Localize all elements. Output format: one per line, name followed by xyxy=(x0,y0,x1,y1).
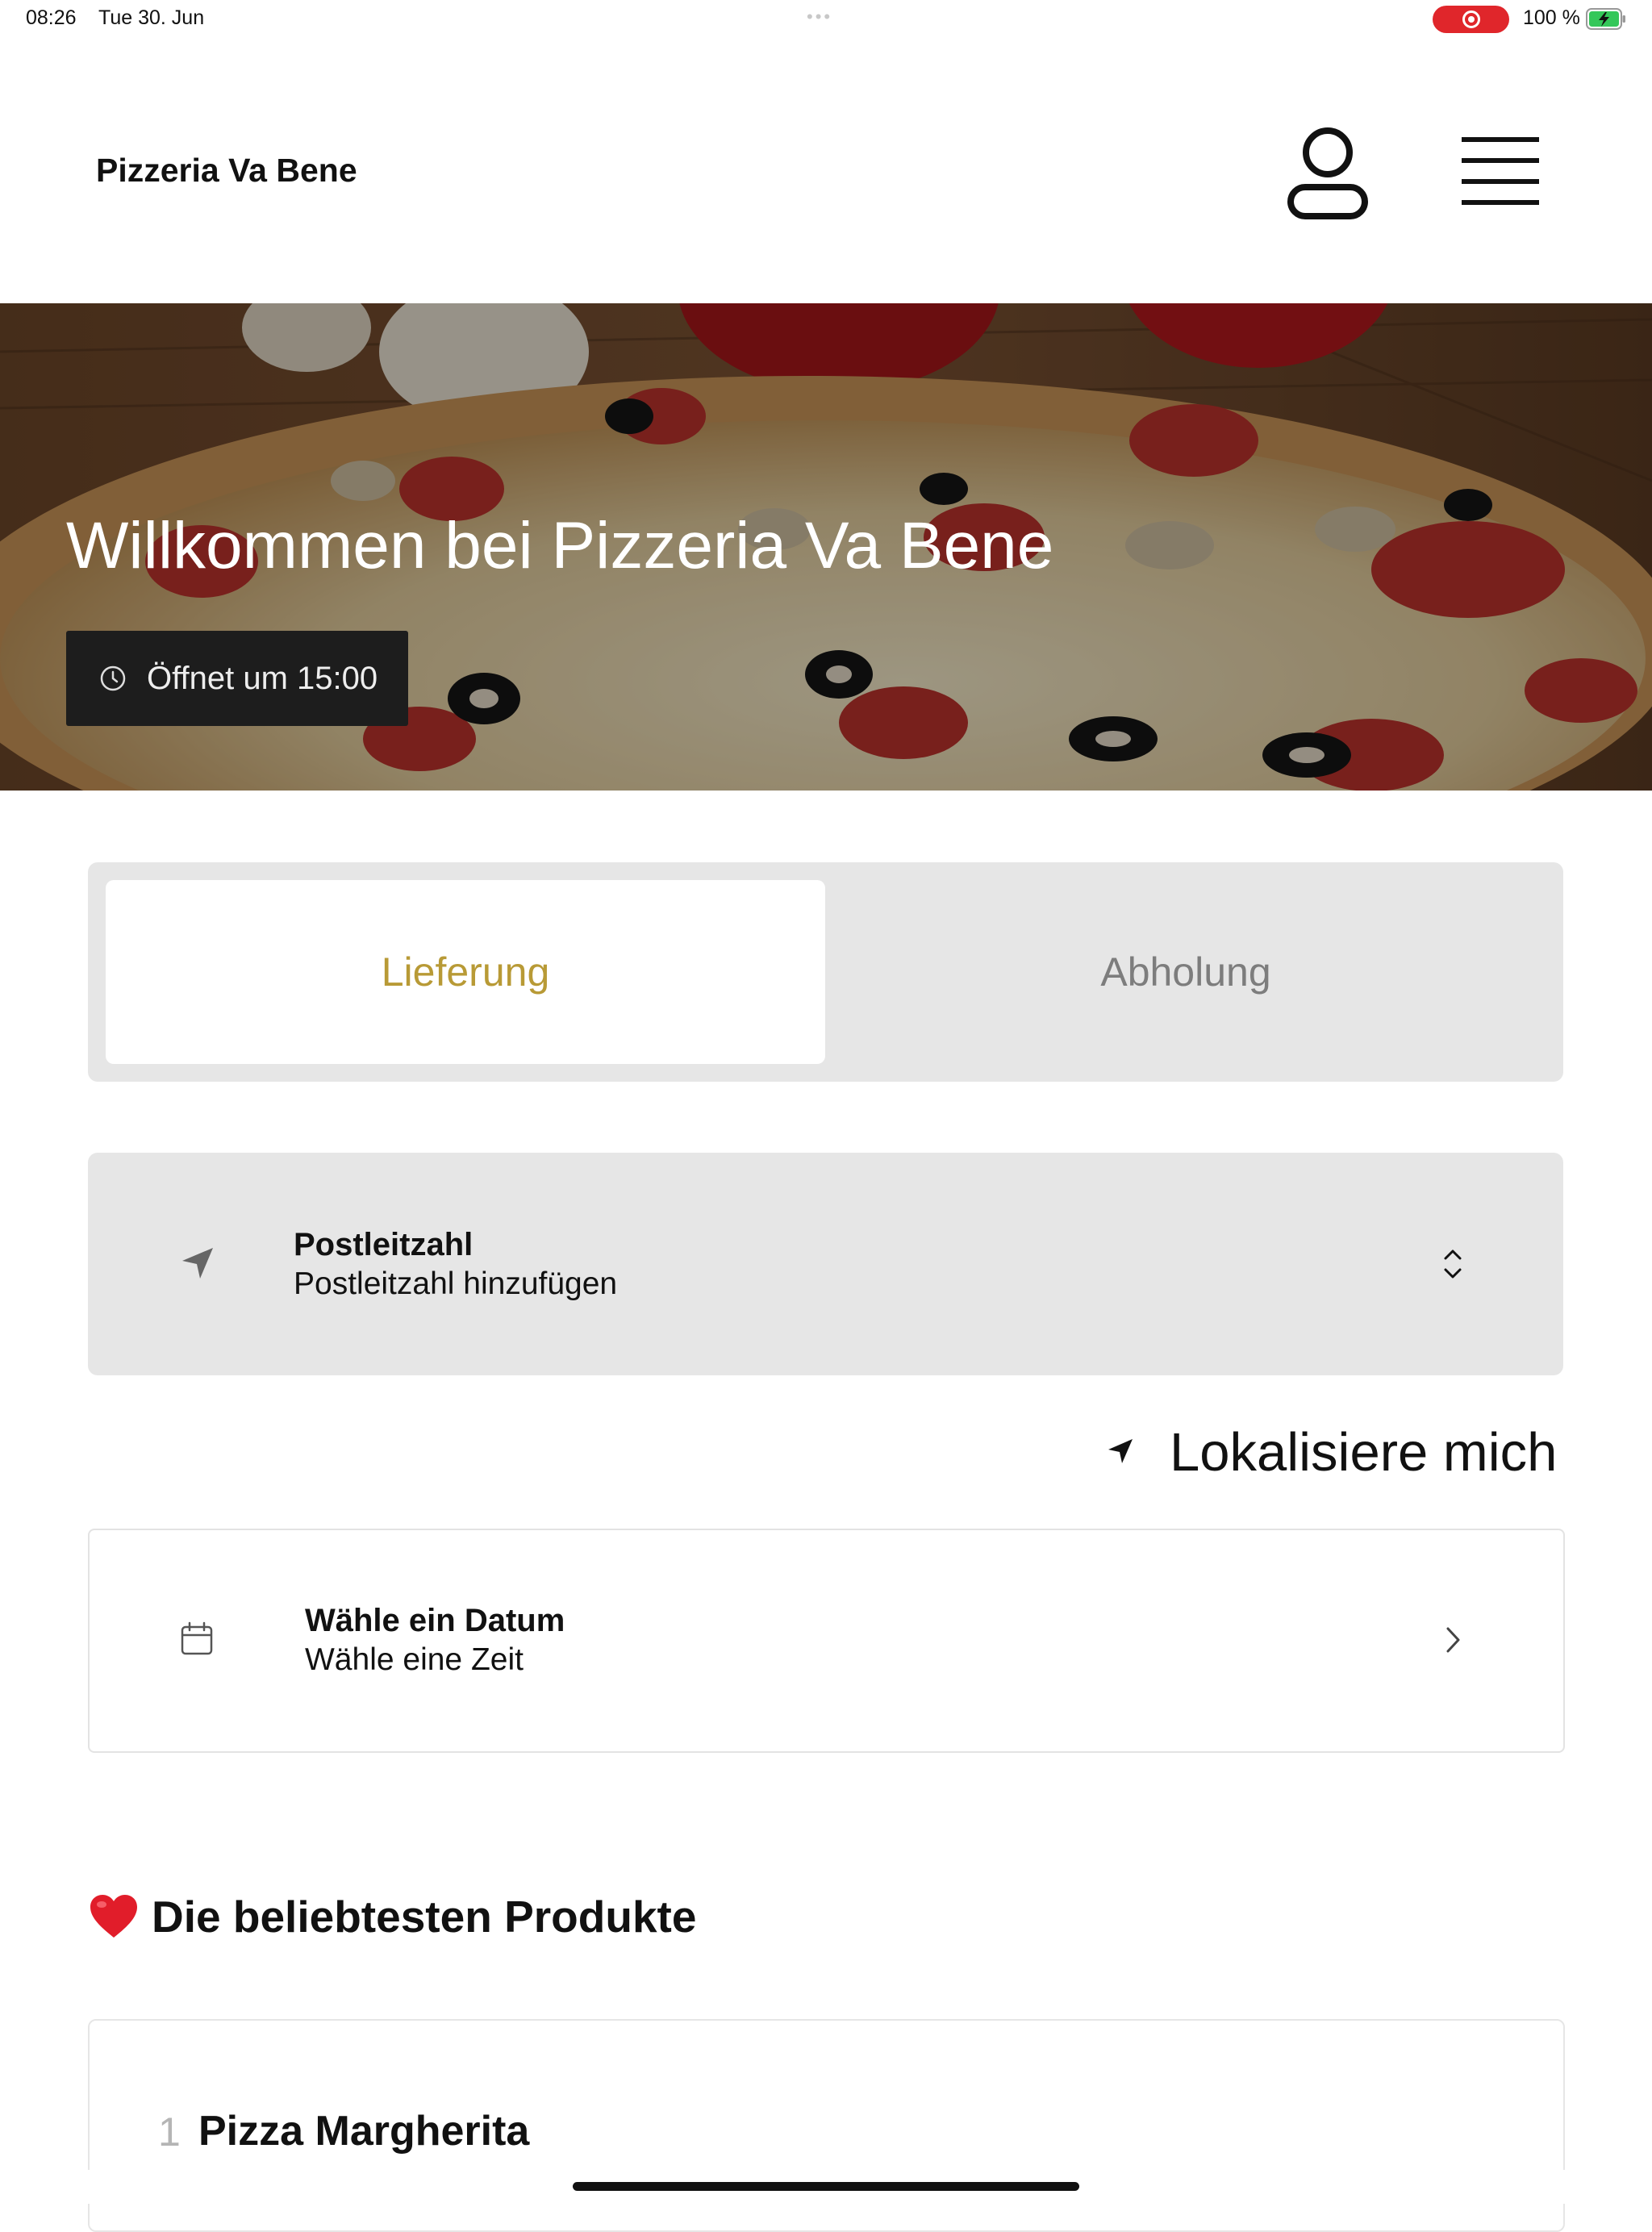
menu-icon[interactable] xyxy=(1460,136,1541,207)
tab-pickup[interactable]: Abholung xyxy=(826,880,1546,1064)
product-name[interactable]: Pizza Margherita xyxy=(198,2107,529,2155)
product-rank: 1 xyxy=(158,2109,181,2155)
chevron-up-down-icon xyxy=(1444,1250,1462,1279)
screen-recording-indicator[interactable] xyxy=(1433,6,1509,33)
location-arrow-icon[interactable] xyxy=(1107,1437,1134,1465)
heart-icon xyxy=(90,1895,137,1938)
brand-title[interactable]: Pizzeria Va Bene xyxy=(96,152,357,190)
postcode-placeholder[interactable]: Postleitzahl hinzufügen xyxy=(294,1266,617,1302)
locate-me-button[interactable]: Lokalisiere mich xyxy=(1170,1421,1557,1483)
postcode-selector[interactable] xyxy=(88,1153,1563,1375)
opening-hours-badge: Öffnet um 15:00 xyxy=(66,631,408,726)
tab-delivery[interactable]: Lieferung xyxy=(106,880,825,1064)
clock-icon xyxy=(100,665,126,691)
battery-icon xyxy=(1586,8,1625,30)
opening-hours-text: Öffnet um 15:00 xyxy=(147,660,378,696)
chevron-right-icon xyxy=(1446,1627,1460,1653)
hero-title: Willkommen bei Pizzeria Va Bene xyxy=(66,509,1054,582)
status-date: Tue 30. Jun xyxy=(98,6,205,29)
date-time-selector[interactable] xyxy=(88,1529,1565,1753)
battery-percent: 100 % xyxy=(1523,6,1580,29)
calendar-icon xyxy=(181,1621,213,1655)
multitask-dots[interactable]: ••• xyxy=(807,6,832,27)
home-indicator[interactable] xyxy=(573,2182,1079,2191)
profile-icon[interactable] xyxy=(1287,125,1368,220)
postcode-label: Postleitzahl xyxy=(294,1227,473,1262)
date-label: Wähle ein Datum xyxy=(305,1603,565,1638)
time-label: Wähle eine Zeit xyxy=(305,1642,524,1677)
location-arrow-icon xyxy=(182,1248,213,1279)
popular-products-title: Die beliebtesten Produkte xyxy=(152,1892,697,1942)
status-time: 08:26 xyxy=(26,6,77,29)
record-icon xyxy=(1462,10,1480,28)
